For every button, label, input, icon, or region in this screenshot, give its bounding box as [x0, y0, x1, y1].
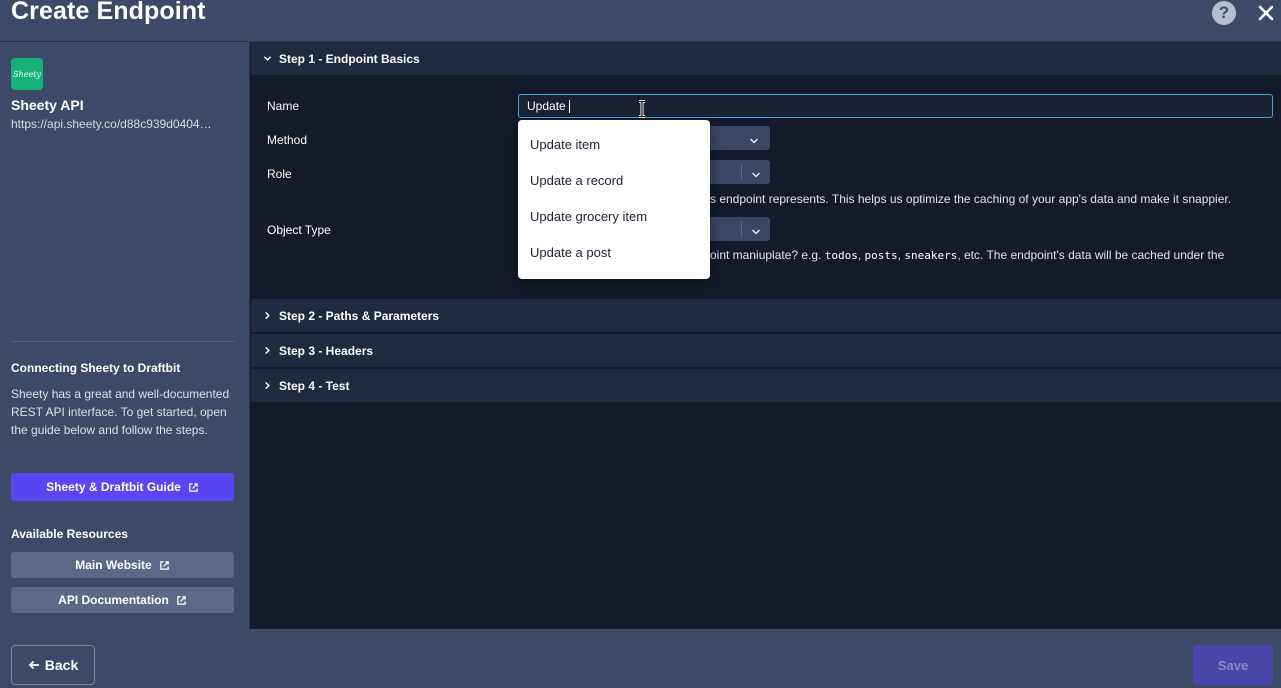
name-suggestions-dropdown: Update item Update a record Update groce…	[518, 120, 710, 279]
guide-button[interactable]: Sheety & Draftbit Guide	[11, 473, 234, 501]
sheety-logo: Sheety	[11, 58, 43, 90]
object-type-label: Object Type	[267, 223, 331, 237]
external-link-icon	[177, 595, 186, 605]
object-help-suffix: , etc. The endpoint's data will be cache…	[957, 248, 1225, 262]
main-website-button[interactable]: Main Website	[11, 552, 234, 578]
api-name: Sheety API	[11, 97, 84, 113]
resources-title: Available Resources	[11, 527, 128, 541]
chevron-right-icon	[260, 346, 274, 355]
step-1-label: Step 1 - Endpoint Basics	[279, 51, 420, 66]
name-input-value: Update	[527, 99, 566, 113]
api-documentation-button[interactable]: API Documentation	[11, 587, 234, 613]
suggestion-item[interactable]: Update grocery item	[530, 209, 647, 224]
sidebar-divider	[11, 341, 234, 342]
back-button-label: Back	[44, 657, 79, 673]
api-documentation-label: API Documentation	[58, 593, 169, 607]
chevron-right-icon	[260, 311, 274, 320]
method-label: Method	[267, 133, 308, 147]
chevron-right-icon	[260, 381, 274, 390]
arrow-left-icon	[28, 660, 39, 670]
step-2-header[interactable]: Step 2 - Paths & Parameters	[251, 299, 1281, 333]
back-button[interactable]: Back	[11, 645, 95, 685]
close-icon[interactable]	[1256, 2, 1276, 24]
step-2-label: Step 2 - Paths & Parameters	[279, 308, 440, 323]
main-website-label: Main Website	[75, 558, 152, 572]
page-title: Create Endpoint	[11, 0, 206, 25]
external-link-icon	[159, 560, 169, 570]
select-separator	[741, 164, 742, 180]
step-4-label: Step 4 - Test	[279, 378, 350, 393]
external-link-icon	[189, 482, 198, 492]
chevron-down-icon	[751, 167, 761, 178]
step-4-header[interactable]: Step 4 - Test	[251, 369, 1281, 403]
modal-footer: Back Save	[0, 629, 1281, 688]
chevron-down-icon	[749, 133, 759, 144]
main-panel: Step 1 - Endpoint Basics Name Method Rol…	[251, 42, 1281, 629]
step-3-label: Step 3 - Headers	[279, 343, 374, 358]
object-help-prefix: oint maniuplate? e.g.	[710, 248, 825, 262]
role-label: Role	[267, 167, 292, 181]
code-todos: todos	[824, 249, 858, 262]
code-separator: ,	[857, 248, 865, 262]
step-1-header[interactable]: Step 1 - Endpoint Basics	[251, 42, 1281, 76]
text-cursor-icon	[637, 100, 647, 118]
connect-description: Sheety has a great and well-documented R…	[11, 387, 230, 437]
role-help-text: s endpoint represents. This helps us opt…	[710, 192, 1232, 206]
api-url: https://api.sheety.co/d88c939d0404…	[11, 117, 212, 131]
help-icon[interactable]: ?	[1212, 1, 1236, 25]
code-posts: posts	[864, 249, 898, 262]
name-label: Name	[267, 99, 300, 113]
modal-header: Create Endpoint ?	[0, 0, 1281, 42]
chevron-down-icon	[260, 54, 274, 63]
suggestion-item[interactable]: Update a record	[530, 173, 623, 188]
connect-title: Connecting Sheety to Draftbit	[11, 361, 181, 375]
select-separator	[741, 221, 742, 237]
sidebar: Sheety Sheety API https://api.sheety.co/…	[0, 42, 250, 629]
name-input[interactable]: Update	[518, 94, 1273, 118]
chevron-down-icon	[751, 224, 761, 235]
code-sneakers: sneakers	[904, 249, 958, 262]
suggestion-item[interactable]: Update item	[530, 137, 600, 152]
text-caret	[568, 99, 570, 113]
guide-button-label: Sheety & Draftbit Guide	[46, 480, 181, 494]
save-button[interactable]: Save	[1193, 645, 1273, 685]
step-3-header[interactable]: Step 3 - Headers	[251, 334, 1281, 368]
object-type-help-text: oint maniuplate? e.g. todos, posts, snea…	[710, 248, 1224, 262]
suggestion-item[interactable]: Update a post	[530, 245, 611, 260]
